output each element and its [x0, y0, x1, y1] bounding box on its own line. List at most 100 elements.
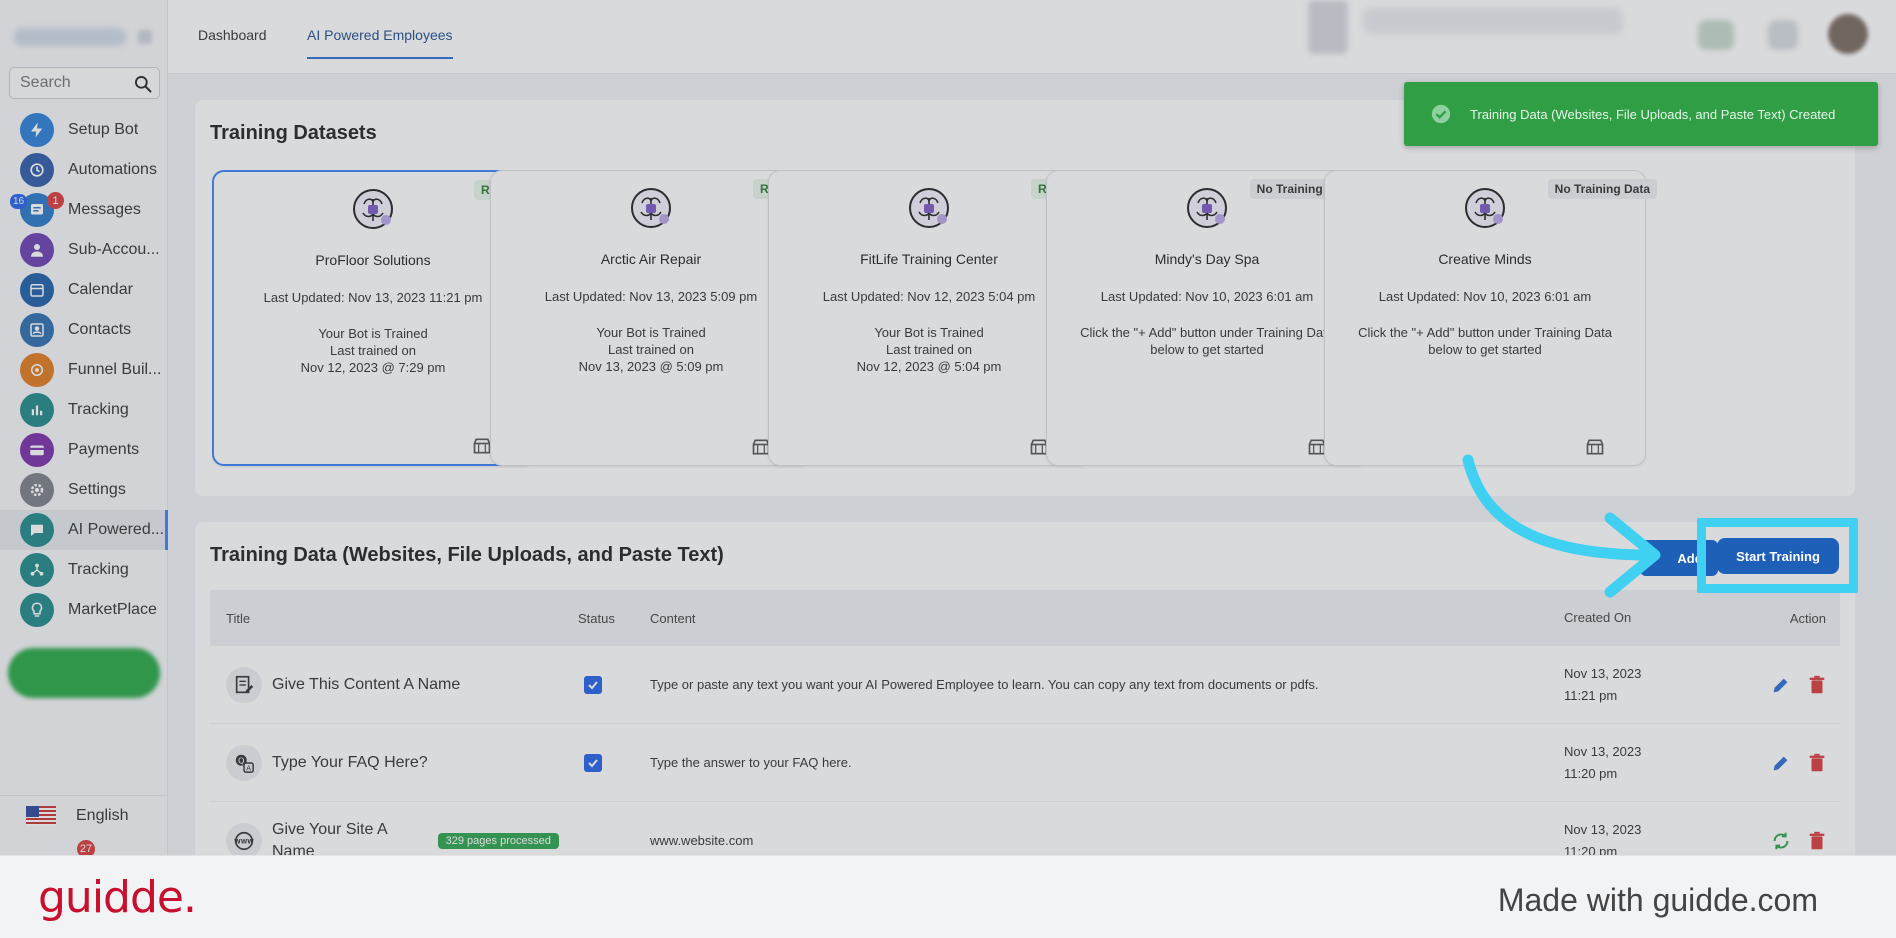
column-header-action: Action — [1789, 610, 1826, 626]
search-icon[interactable] — [133, 74, 153, 94]
row-content: Type or paste any text you want your AI … — [650, 677, 1319, 692]
datasets-title: Training Datasets — [210, 122, 377, 144]
column-header-created: Created On — [1564, 610, 1632, 625]
row-title: Give This Content A Name — [272, 675, 461, 693]
sidebar-item-automations[interactable]: Automations — [0, 150, 168, 190]
dataset-name: FitLife Training Center — [860, 251, 998, 267]
dataset-info: Click the "+ Add" button under Training … — [1358, 325, 1612, 357]
row-created: Nov 13, 2023 11:20 pm — [1564, 743, 1642, 781]
sidebar-item-marketplace[interactable]: MarketPlace — [0, 590, 168, 630]
sidebar-item-label: Setup Bot — [68, 121, 139, 138]
help-icon[interactable] — [1768, 20, 1798, 50]
tab-ai-powered-employees[interactable]: AI Powered Employees — [307, 27, 453, 59]
edit-icon[interactable] — [1770, 674, 1792, 696]
sidebar-item-setup-bot[interactable]: Setup Bot — [0, 110, 168, 150]
dataset-card[interactable]: No Training Data Creative Minds Last Upd… — [1324, 170, 1657, 466]
user-icon — [20, 233, 54, 267]
last-updated: Last Updated: Nov 10, 2023 6:01 am — [1100, 289, 1314, 304]
add-button[interactable]: Add — [1640, 540, 1718, 576]
sidebar-item-funnel-builder[interactable]: Funnel Buil... — [0, 350, 168, 390]
brain-icon — [909, 188, 949, 228]
gear-icon — [20, 473, 54, 507]
sidebar-item-tracking-2[interactable]: Tracking — [0, 550, 168, 590]
sidebar-item-label: Tracking — [68, 401, 129, 418]
brain-icon — [1465, 188, 1505, 228]
tab-label: AI Powered Employees — [307, 27, 453, 43]
training-datasets-panel: Training Datasets Ready ProFloor Solutio… — [195, 100, 1855, 496]
us-flag-icon — [26, 805, 56, 826]
made-with-text: Made with guidde.com — [1497, 882, 1818, 918]
delete-icon[interactable] — [1806, 674, 1828, 696]
refresh-icon[interactable] — [1770, 830, 1792, 852]
sidebar-item-messages[interactable]: Messages 16 1 — [0, 190, 168, 230]
dataset-card[interactable]: Ready FitLife Training Center Last Updat… — [768, 170, 1090, 466]
calendar-icon — [20, 273, 54, 307]
row-created: Nov 13, 2023 11:20 pm — [1564, 821, 1642, 856]
sidebar-nav: Setup Bot Automations Messages 16 1 Sub-… — [0, 110, 168, 630]
dataset-name: Arctic Air Repair — [600, 251, 702, 267]
funnel-icon — [20, 353, 54, 387]
table-row[interactable]: Give This Content A Name Type or paste a… — [210, 646, 1840, 724]
status-badge: No Training Data — [1547, 179, 1657, 199]
delete-icon[interactable] — [1806, 830, 1828, 852]
column-header-content: Content — [650, 610, 696, 626]
start-training-button[interactable]: Start Training — [1717, 538, 1839, 574]
tab-dashboard[interactable]: Dashboard — [198, 27, 267, 43]
search-box[interactable] — [9, 67, 160, 99]
qa-icon: QA — [226, 744, 262, 781]
row-title: Give Your Site A Name — [272, 820, 388, 856]
svg-text:WWW: WWW — [234, 838, 254, 845]
sidebar-item-payments[interactable]: Payments — [0, 430, 168, 470]
last-updated: Last Updated: Nov 10, 2023 6:01 am — [1378, 289, 1592, 304]
lightning-icon — [20, 113, 54, 147]
header-illustration — [1308, 0, 1348, 54]
dataset-name: ProFloor Solutions — [315, 252, 431, 268]
sidebar-item-label: Messages — [68, 201, 141, 218]
sidebar-item-label: Tracking — [68, 561, 129, 578]
dataset-card[interactable]: Ready Arctic Air Repair Last Updated: No… — [490, 170, 812, 466]
tab-label: Dashboard — [198, 27, 267, 43]
edit-icon[interactable] — [1770, 752, 1792, 774]
delete-icon[interactable] — [1806, 752, 1828, 774]
store-icon[interactable] — [472, 436, 492, 456]
sidebar-item-label: Calendar — [68, 281, 133, 298]
sidebar-item-label: Contacts — [68, 321, 132, 338]
sidebar-item-calendar[interactable]: Calendar — [0, 270, 168, 310]
row-content: Type the answer to your FAQ here. — [650, 755, 852, 770]
table-row[interactable]: WWW Give Your Site A Name 329 pages proce… — [210, 802, 1840, 855]
column-header-title: Title — [226, 610, 251, 626]
search-input[interactable] — [10, 68, 120, 98]
dataset-info: Your Bot is Trained Last trained on Nov 13… — [578, 325, 724, 374]
upgrade-button[interactable] — [8, 648, 160, 698]
sidebar-item-tracking[interactable]: Tracking — [0, 390, 168, 430]
store-icon[interactable] — [1585, 437, 1605, 457]
last-updated: Last Updated: Nov 13, 2023 5:09 pm — [544, 289, 758, 304]
dataset-card[interactable]: No Training Data Mindy's Day Spa Last Up… — [1046, 170, 1368, 466]
last-updated: Last Updated: Nov 13, 2023 11:21 pm — [263, 290, 483, 305]
avatar[interactable] — [1828, 14, 1868, 54]
training-data-panel: Training Data (Websites, File Uploads, a… — [195, 522, 1855, 855]
sidebar-item-ai-powered[interactable]: AI Powered... — [0, 510, 168, 550]
sidebar-item-settings[interactable]: Settings — [0, 470, 168, 510]
card-icon — [20, 433, 54, 467]
network-icon — [20, 553, 54, 587]
status-checkbox[interactable] — [584, 753, 602, 772]
training-data-table: Title Status Content Created On Action G… — [210, 590, 1840, 855]
unread-badge: 1 — [47, 192, 64, 209]
dataset-card[interactable]: Ready ProFloor Solutions Last Updated: N… — [212, 170, 534, 466]
top-navigation: Dashboard AI Powered Employees — [168, 0, 1896, 74]
guidde-logo: guidde. — [38, 872, 197, 923]
sidebar-item-contacts[interactable]: Contacts — [0, 310, 168, 350]
guidde-footer: guidde. Made with guidde.com — [0, 855, 1896, 938]
sidebar-item-sub-accounts[interactable]: Sub-Accou... — [0, 230, 168, 270]
language-selector[interactable]: English — [0, 795, 168, 835]
success-toast: Training Data (Websites, File Uploads, a… — [1404, 82, 1878, 146]
sidebar-item-label: AI Powered... — [68, 521, 165, 538]
dataset-cards: Ready ProFloor Solutions Last Updated: N… — [212, 170, 1852, 468]
table-row[interactable]: QA Type Your FAQ Here? Type the answer t… — [210, 724, 1840, 802]
contacts-icon — [20, 313, 54, 347]
row-content: www.website.com — [650, 833, 754, 848]
status-checkbox[interactable] — [584, 675, 602, 694]
phone-icon[interactable] — [1698, 20, 1734, 50]
dataset-info: Your Bot is Trained Last trained on Nov 12… — [856, 325, 1002, 374]
